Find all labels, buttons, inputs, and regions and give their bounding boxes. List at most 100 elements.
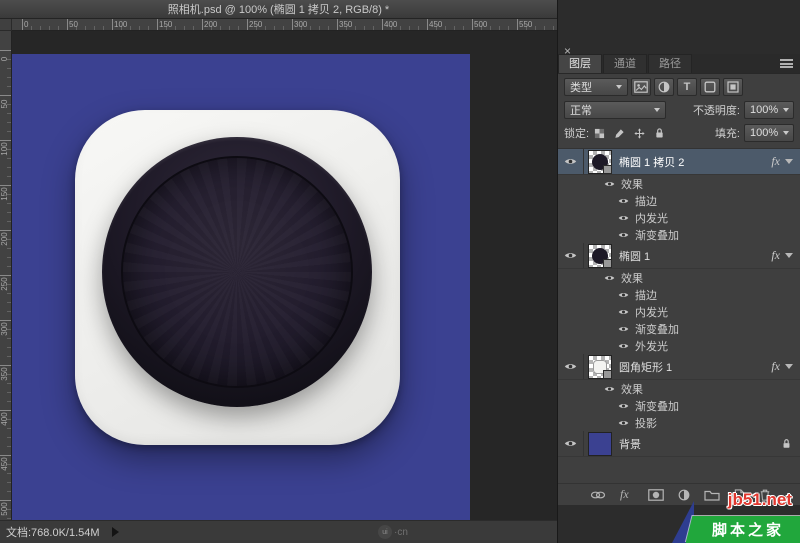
effect-row-gradient-overlay[interactable]: 渐变叠加: [558, 397, 800, 414]
effect-label: 渐变叠加: [635, 321, 679, 337]
fx-collapse-icon[interactable]: [785, 159, 793, 164]
layer-name: 椭圆 1: [619, 248, 771, 264]
blend-mode-select[interactable]: 正常: [564, 101, 666, 119]
layer-row-roundrect-1[interactable]: 圆角矩形 1 fx: [558, 354, 800, 380]
camera-lens: [102, 137, 372, 407]
tab-channels[interactable]: 通道: [603, 54, 647, 73]
fx-collapse-icon[interactable]: [785, 364, 793, 369]
app-icon-roundrect: [75, 110, 400, 445]
effect-row-drop-shadow[interactable]: 投影: [558, 414, 800, 431]
opacity-input[interactable]: 100%: [744, 101, 794, 119]
shape-layer-badge: [603, 165, 612, 174]
effect-label: 外发光: [635, 338, 668, 354]
filter-adjustment-layers-button[interactable]: [654, 78, 674, 96]
layer-thumbnail[interactable]: [588, 432, 612, 456]
shape-layer-badge: [603, 370, 612, 379]
lock-transparency-button[interactable]: [591, 126, 607, 141]
ruler-label: 100: [0, 140, 10, 158]
effect-visibility-toggle[interactable]: [616, 419, 630, 427]
layer-name: 圆角矩形 1: [619, 359, 771, 375]
panel-group-bar: ×: [558, 42, 800, 54]
layer-fx-badge[interactable]: fx: [771, 154, 780, 169]
visibility-toggle[interactable]: [558, 149, 584, 174]
effects-visibility-toggle[interactable]: [602, 274, 616, 282]
ruler-vertical[interactable]: 0 50 100 150 200 250 300 350 400 450 500: [0, 31, 12, 520]
filter-type-layers-button[interactable]: T: [677, 78, 697, 96]
effect-visibility-toggle[interactable]: [616, 325, 630, 333]
opacity-value: 100%: [750, 104, 778, 116]
effect-visibility-toggle[interactable]: [616, 291, 630, 299]
effect-visibility-toggle[interactable]: [616, 214, 630, 222]
layer-row-ellipse-1-copy-2[interactable]: 椭圆 1 拷贝 2 fx: [558, 149, 800, 175]
eye-icon: [618, 214, 629, 222]
lock-pixels-button[interactable]: [611, 126, 627, 141]
filter-shape-layers-button[interactable]: [700, 78, 720, 96]
effect-visibility-toggle[interactable]: [616, 342, 630, 350]
lock-position-button[interactable]: [631, 126, 647, 141]
layer-thumbnail[interactable]: [588, 244, 612, 268]
layer-fx-badge[interactable]: fx: [771, 359, 780, 374]
ruler-horizontal[interactable]: 0 50 100 150 200 250 300 350 400 450 500…: [12, 19, 557, 31]
ui-cn-suffix: ·cn: [394, 527, 408, 538]
layer-lock-icon: [782, 438, 791, 449]
ruler-label: 450: [429, 20, 442, 29]
jb51-url-text: jb51.net: [728, 490, 792, 510]
canvas-pasteboard[interactable]: [12, 31, 557, 520]
filter-pixel-layers-button[interactable]: [631, 78, 651, 96]
ruler-origin-corner[interactable]: [0, 19, 12, 31]
effect-visibility-toggle[interactable]: [616, 231, 630, 239]
layer-fx-badge[interactable]: fx: [771, 248, 780, 263]
ruler-label: 300: [0, 320, 10, 338]
document-canvas[interactable]: [12, 54, 470, 520]
effect-row-gradient-overlay[interactable]: 渐变叠加: [558, 320, 800, 337]
shape-icon: [704, 81, 716, 93]
ruler-label: 500: [474, 20, 487, 29]
lock-all-button[interactable]: [651, 126, 667, 141]
ruler-label: 150: [159, 20, 172, 29]
effect-visibility-toggle[interactable]: [616, 308, 630, 316]
effects-visibility-toggle[interactable]: [602, 385, 616, 393]
effect-row-stroke[interactable]: 描边: [558, 192, 800, 209]
panel-menu-icon[interactable]: [780, 59, 793, 68]
link-layers-button[interactable]: [590, 489, 606, 501]
add-layer-style-button[interactable]: fx: [620, 487, 629, 502]
effect-label: 内发光: [635, 210, 668, 226]
layer-row-background[interactable]: 背景: [558, 431, 800, 457]
effect-row-inner-glow[interactable]: 内发光: [558, 209, 800, 226]
ruler-label: 400: [0, 410, 10, 428]
ruler-label: 50: [69, 20, 78, 29]
visibility-toggle[interactable]: [558, 354, 584, 379]
document-titlebar[interactable]: 照相机.psd @ 100% (椭圆 1 拷贝 2, RGB/8) *: [0, 0, 557, 19]
tab-layers[interactable]: 图层: [558, 54, 602, 73]
blend-mode-value: 正常: [570, 102, 592, 118]
fx-collapse-icon[interactable]: [785, 253, 793, 258]
add-layer-mask-button[interactable]: [648, 489, 664, 501]
effects-header-row[interactable]: 效果: [558, 269, 800, 286]
opacity-label: 不透明度:: [693, 102, 740, 118]
effects-header-row[interactable]: 效果: [558, 380, 800, 397]
layer-name: 椭圆 1 拷贝 2: [619, 154, 771, 170]
ruler-label: 250: [0, 275, 10, 293]
visibility-toggle[interactable]: [558, 243, 584, 268]
effect-row-stroke[interactable]: 描边: [558, 286, 800, 303]
status-menu-arrow-icon[interactable]: [112, 527, 119, 537]
effects-visibility-toggle[interactable]: [602, 180, 616, 188]
filter-smart-object-button[interactable]: [723, 78, 743, 96]
visibility-toggle[interactable]: [558, 431, 584, 456]
effect-visibility-toggle[interactable]: [616, 402, 630, 410]
layer-thumbnail[interactable]: [588, 150, 612, 174]
effects-header-row[interactable]: 效果: [558, 175, 800, 192]
effect-row-outer-glow[interactable]: 外发光: [558, 337, 800, 354]
layer-row-ellipse-1[interactable]: 椭圆 1 fx: [558, 243, 800, 269]
tab-paths[interactable]: 路径: [648, 54, 692, 73]
fill-input[interactable]: 100%: [744, 124, 794, 142]
effect-row-inner-glow[interactable]: 内发光: [558, 303, 800, 320]
filter-kind-select[interactable]: 类型: [564, 78, 628, 96]
effect-row-gradient-overlay[interactable]: 渐变叠加: [558, 226, 800, 243]
link-icon: [590, 489, 606, 501]
effect-visibility-toggle[interactable]: [616, 197, 630, 205]
ruler-label: 200: [0, 230, 10, 248]
layer-thumbnail[interactable]: [588, 355, 612, 379]
effect-label: 渐变叠加: [635, 398, 679, 414]
ruler-label: 50: [0, 95, 10, 113]
